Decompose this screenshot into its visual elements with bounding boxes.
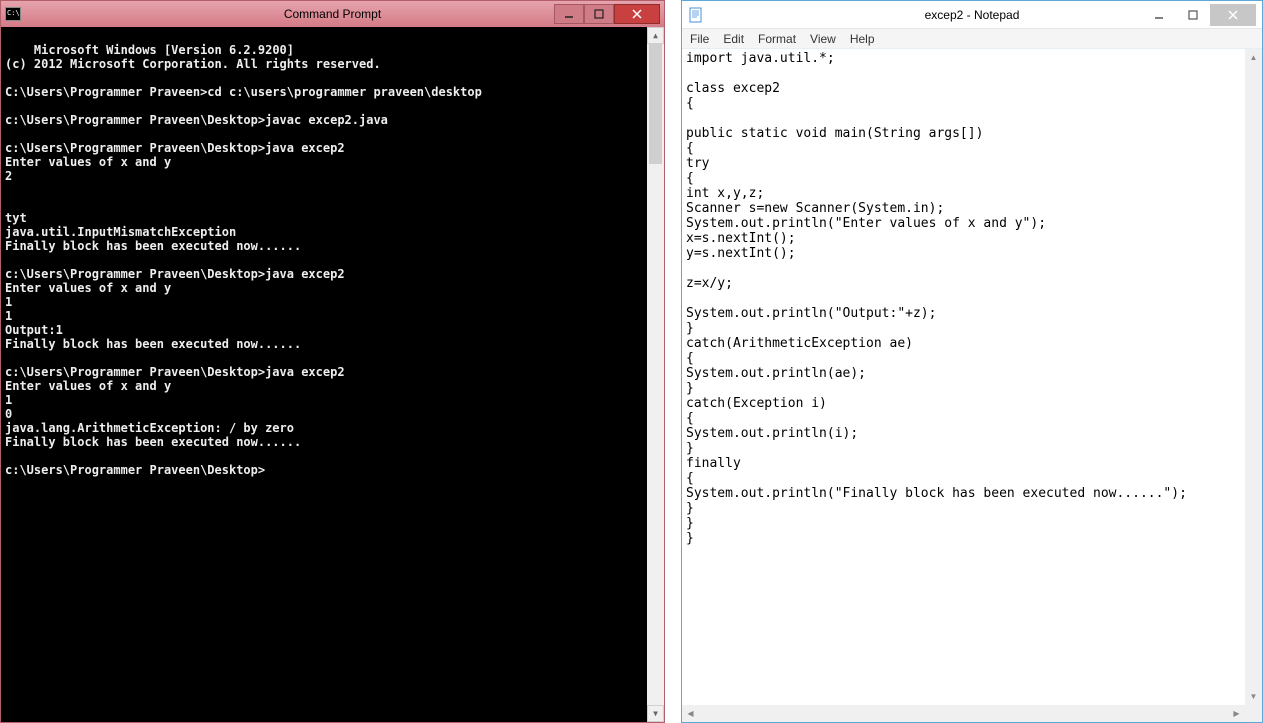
menu-view[interactable]: View	[810, 32, 836, 46]
maximize-button[interactable]	[584, 4, 614, 24]
minimize-button[interactable]	[554, 4, 584, 24]
cmd-titlebar[interactable]: Command Prompt	[1, 1, 664, 27]
scroll-up-icon[interactable]: ▲	[1245, 49, 1262, 66]
scroll-down-icon[interactable]: ▼	[1245, 688, 1262, 705]
scroll-track[interactable]	[699, 705, 1228, 722]
maximize-icon	[1188, 10, 1198, 20]
notepad-body: import java.util.*; class excep2 { publi…	[682, 49, 1262, 722]
cmd-output: Microsoft Windows [Version 6.2.9200] (c)…	[5, 43, 482, 477]
notepad-window: excep2 - Notepad File Edit Format View H…	[681, 0, 1263, 723]
notepad-titlebar[interactable]: excep2 - Notepad	[682, 1, 1262, 29]
scroll-track[interactable]	[1245, 66, 1262, 688]
notepad-text[interactable]: import java.util.*; class excep2 { publi…	[682, 49, 1262, 548]
window-gap	[665, 0, 681, 723]
scroll-down-icon[interactable]: ▼	[647, 705, 664, 722]
cmd-body[interactable]: Microsoft Windows [Version 6.2.9200] (c)…	[1, 27, 664, 722]
scroll-right-icon[interactable]: ▶	[1228, 705, 1245, 722]
notepad-scrollbar-horizontal[interactable]: ◀ ▶	[682, 705, 1245, 722]
notepad-scrollbar-vertical[interactable]: ▲ ▼	[1245, 49, 1262, 705]
minimize-icon	[564, 9, 574, 19]
cmd-window-controls	[554, 4, 660, 24]
close-icon	[1228, 10, 1238, 20]
scroll-up-icon[interactable]: ▲	[647, 27, 664, 44]
scroll-thumb[interactable]	[649, 44, 662, 164]
scroll-track[interactable]	[647, 44, 664, 705]
close-button[interactable]	[1210, 4, 1256, 26]
cmd-title: Command Prompt	[284, 7, 381, 21]
notepad-icon	[688, 7, 704, 23]
minimize-icon	[1154, 10, 1164, 20]
close-icon	[632, 9, 642, 19]
menu-help[interactable]: Help	[850, 32, 875, 46]
maximize-icon	[594, 9, 604, 19]
menu-format[interactable]: Format	[758, 32, 796, 46]
notepad-title: excep2 - Notepad	[925, 8, 1020, 22]
notepad-menubar: File Edit Format View Help	[682, 29, 1262, 49]
menu-edit[interactable]: Edit	[723, 32, 744, 46]
menu-file[interactable]: File	[690, 32, 709, 46]
command-prompt-window: Command Prompt Microsoft Windows [Versio…	[0, 0, 665, 723]
minimize-button[interactable]	[1142, 4, 1176, 26]
scroll-left-icon[interactable]: ◀	[682, 705, 699, 722]
notepad-window-controls	[1142, 4, 1256, 26]
maximize-button[interactable]	[1176, 4, 1210, 26]
scroll-corner	[1245, 705, 1262, 722]
close-button[interactable]	[614, 4, 660, 24]
cmd-icon	[5, 7, 21, 21]
cmd-scrollbar[interactable]: ▲ ▼	[647, 27, 664, 722]
